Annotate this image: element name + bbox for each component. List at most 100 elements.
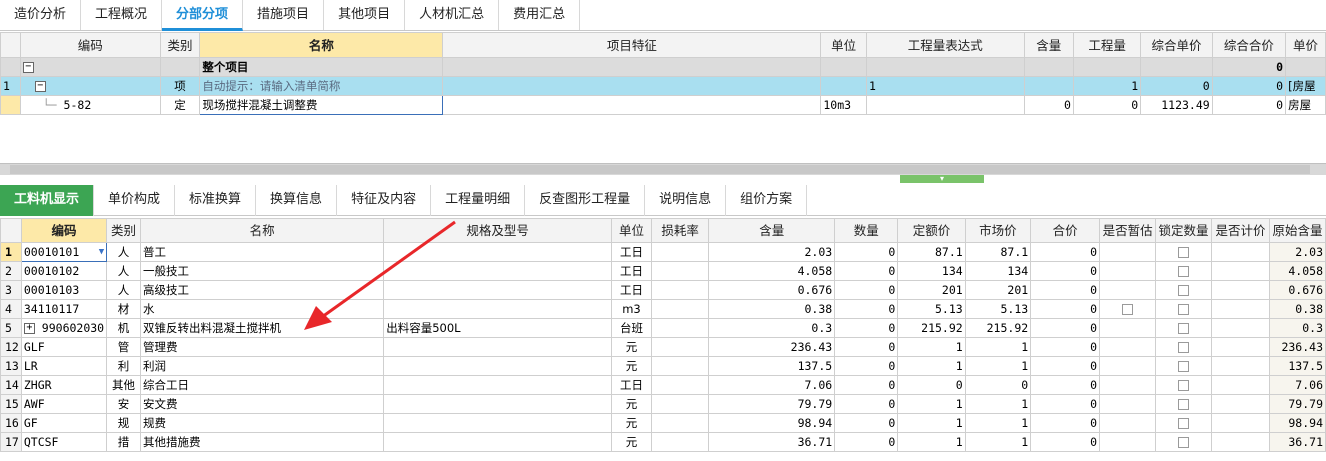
cell-name[interactable]: 普工 [139, 242, 385, 262]
cell-code[interactable]: − [19, 76, 161, 96]
tab-quantity-details[interactable]: 工程量明细 [431, 185, 526, 216]
cell-quota-price[interactable]: 1 [897, 394, 966, 414]
cell-is-priced[interactable] [1211, 394, 1270, 414]
cell-spec[interactable] [383, 432, 613, 452]
cell-quantity[interactable]: 0 [834, 242, 899, 262]
cell-is-provisional[interactable] [1099, 394, 1157, 414]
cell-is-provisional[interactable] [1099, 413, 1157, 433]
tab-measure-items[interactable]: 措施项目 [243, 0, 325, 30]
cell-unit[interactable]: 元 [611, 432, 652, 452]
cell-market-price[interactable]: 5.13 [964, 299, 1032, 319]
col-header-quota-price[interactable]: 定额价 [897, 218, 966, 243]
cell-market-price[interactable]: 1 [964, 337, 1032, 357]
cell-content[interactable]: 79.79 [708, 394, 836, 414]
cell-loss-rate[interactable] [650, 356, 710, 376]
cell-original-content[interactable]: 7.06 [1268, 375, 1326, 395]
cell-quantity[interactable]: 0 [1072, 95, 1142, 115]
cell-loss-rate[interactable] [650, 413, 710, 433]
cell-quantity[interactable]: 1 [1072, 76, 1142, 96]
cell-unit[interactable]: 元 [611, 394, 652, 414]
cell-code[interactable]: AWF [20, 394, 108, 414]
col-header-category[interactable]: 类别 [159, 32, 201, 58]
cell-code[interactable]: 00010103 [20, 280, 108, 300]
cell-spec[interactable] [383, 337, 613, 357]
panel-splitter-handle[interactable]: ▾ [900, 175, 984, 183]
col-header-name[interactable]: 名称 [199, 32, 444, 58]
cell-content[interactable]: 0 [1023, 95, 1074, 115]
cell-content[interactable]: 236.43 [708, 337, 836, 357]
cell-category[interactable]: 人 [106, 261, 141, 281]
cell-expression[interactable] [865, 57, 1025, 77]
cell-total[interactable]: 0 [1030, 299, 1101, 319]
col-header-content[interactable]: 含量 [708, 218, 836, 243]
cell-lock-quantity[interactable] [1155, 280, 1213, 300]
cell-content[interactable]: 0.3 [708, 318, 836, 338]
table-row[interactable]: 17 QTCSF 措其他措施费元 36.71 0 1 1 0 36.71 [0, 432, 1326, 452]
cell-market-price[interactable]: 1 [964, 413, 1032, 433]
table-row[interactable]: 3 00010103 人高级技工 工日 0.676 0 201 201 0 0.676 [0, 280, 1326, 300]
cell-lock-quantity[interactable] [1155, 299, 1213, 319]
cell-name[interactable]: 综合工日 [139, 375, 385, 395]
col-header-total-price[interactable]: 综合合价 [1211, 32, 1287, 58]
cell-lock-quantity[interactable] [1155, 432, 1213, 452]
cell-total[interactable]: 0 [1030, 337, 1101, 357]
cell-original-content[interactable]: 98.94 [1268, 413, 1326, 433]
cell-quota-price[interactable]: 0 [897, 375, 966, 395]
cell-original-content[interactable]: 137.5 [1268, 356, 1326, 376]
lock-quantity-checkbox[interactable] [1178, 265, 1190, 277]
cell-content[interactable]: 0.38 [708, 299, 836, 319]
cell-name[interactable]: 利润 [139, 356, 385, 376]
cell-quota-price[interactable]: 1 [897, 432, 966, 452]
cell-lock-quantity[interactable] [1155, 337, 1213, 357]
cell-quantity[interactable]: 0 [834, 280, 899, 300]
cell-category[interactable]: 机 [106, 318, 141, 338]
cell-loss-rate[interactable] [650, 394, 710, 414]
cell-loss-rate[interactable] [650, 375, 710, 395]
cell-spec[interactable] [383, 394, 613, 414]
cell-code[interactable]: ZHGR [20, 375, 108, 395]
cell-category[interactable]: 安 [106, 394, 141, 414]
cell-original-content[interactable]: 36.71 [1268, 432, 1326, 452]
cell-market-price[interactable]: 1 [964, 432, 1032, 452]
col-header-quantity-expression[interactable]: 工程量表达式 [865, 32, 1025, 58]
cell-content[interactable]: 2.03 [708, 242, 836, 262]
cell-code[interactable]: GLF [20, 337, 108, 357]
table-row[interactable]: 1 00010101 ▼ 人普工 工日 2.03 0 87.1 87.1 0 2.03 [0, 242, 1326, 262]
lock-quantity-checkbox[interactable] [1178, 360, 1190, 372]
cell-unit[interactable]: 10m3 [820, 95, 867, 115]
cell-spec[interactable] [383, 375, 613, 395]
cell-unit[interactable]: 工日 [611, 280, 652, 300]
cell-spec[interactable] [383, 242, 613, 262]
collapse-icon[interactable]: − [22, 61, 34, 73]
cell-quantity[interactable]: 0 [834, 375, 899, 395]
cell-unit-price[interactable] [1140, 57, 1213, 77]
col-header-market-price[interactable]: 市场价 [964, 218, 1032, 243]
cell-category[interactable]: 其他 [106, 375, 141, 395]
table-row[interactable]: 15 AWF 安安文费元 79.79 0 1 1 0 79.79 [0, 394, 1326, 414]
cell-quota-price[interactable]: 215.92 [897, 318, 966, 338]
cell-unit[interactable]: 元 [611, 337, 652, 357]
cell-is-priced[interactable] [1211, 375, 1270, 395]
cell-code[interactable]: 00010101 ▼ [20, 242, 108, 262]
cell-is-priced[interactable] [1211, 356, 1270, 376]
cell-expression[interactable] [865, 95, 1025, 115]
cell-unit[interactable]: 工日 [611, 261, 652, 281]
tab-reverse-graphic-quantity[interactable]: 反查图形工程量 [525, 185, 646, 216]
cell-lock-quantity[interactable] [1155, 356, 1213, 376]
cell-unit[interactable]: 台班 [611, 318, 652, 338]
cell-is-priced[interactable] [1211, 413, 1270, 433]
cell-name[interactable]: 安文费 [139, 394, 385, 414]
cell-name[interactable]: 规费 [139, 413, 385, 433]
cell-unit-price[interactable]: 1123.49 [1140, 95, 1213, 115]
lock-quantity-checkbox[interactable] [1178, 246, 1190, 258]
table-row-bill-item[interactable]: 1 − 项 自动提示：请输入清单简称 1 1 0 0 [房屋 [0, 76, 1326, 96]
cell-content[interactable]: 4.058 [708, 261, 836, 281]
cell-quota-price[interactable]: 201 [897, 280, 966, 300]
lock-quantity-checkbox[interactable] [1178, 417, 1190, 429]
col-header-original-content[interactable]: 原始含量 [1268, 218, 1326, 243]
cell-category[interactable] [159, 57, 201, 77]
cell-spec[interactable] [383, 280, 613, 300]
tab-project-overview[interactable]: 工程概况 [81, 0, 163, 30]
cell-quota-price[interactable]: 87.1 [897, 242, 966, 262]
cell-spec[interactable] [383, 413, 613, 433]
